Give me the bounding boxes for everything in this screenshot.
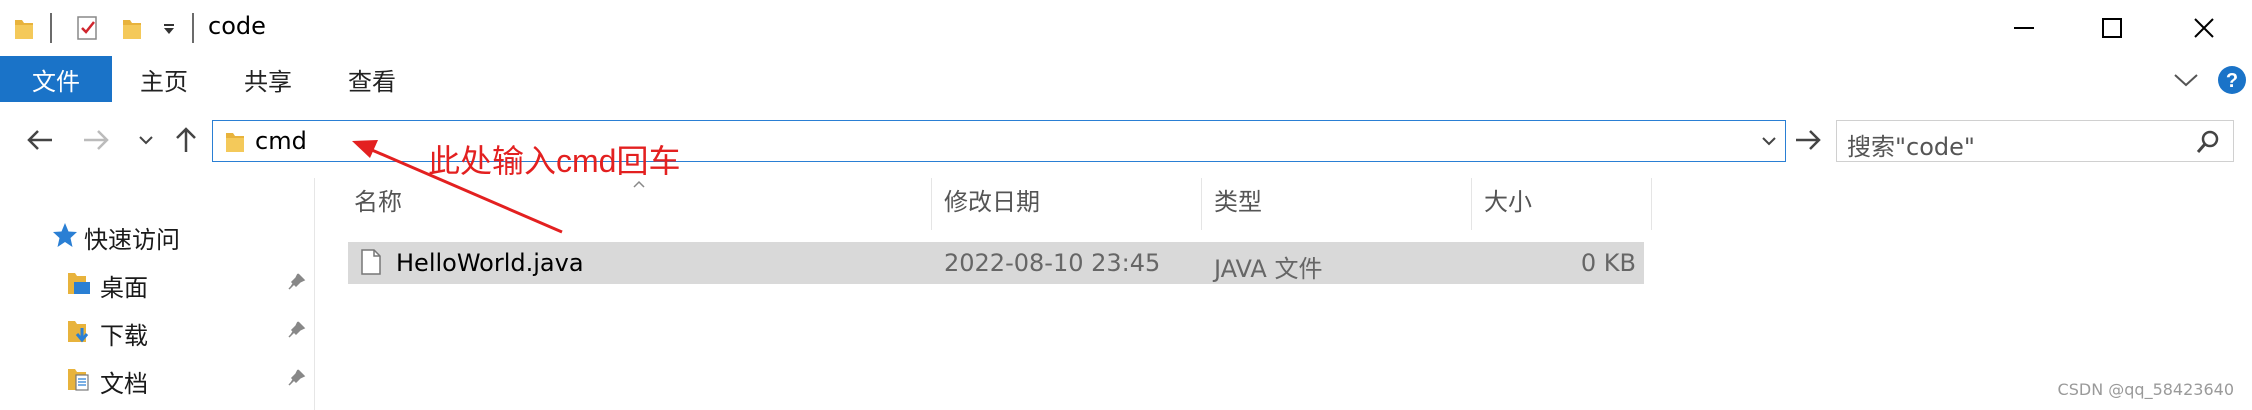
chevron-down-icon — [139, 136, 153, 145]
close-button[interactable] — [2156, 0, 2252, 56]
column-header-type[interactable]: 类型 — [1214, 182, 1262, 226]
column-divider[interactable] — [1201, 178, 1202, 230]
new-folder-icon[interactable] — [122, 16, 142, 40]
tab-view[interactable]: 查看 — [334, 56, 410, 102]
downloads-folder-icon — [68, 321, 89, 343]
window-title: code — [208, 12, 266, 40]
tab-file[interactable]: 文件 — [0, 56, 112, 102]
folder-icon — [226, 133, 244, 152]
search-box[interactable]: 搜索"code" — [1836, 120, 2234, 162]
minimize-button[interactable] — [1976, 0, 2072, 56]
folder-icon[interactable] — [14, 16, 34, 40]
sidebar-item-documents[interactable]: 文档 — [0, 358, 314, 398]
search-icon[interactable] — [2195, 129, 2221, 155]
help-icon[interactable]: ? — [2216, 64, 2248, 96]
sidebar-item-label: 快速访问 — [84, 226, 180, 254]
forward-arrow-icon — [84, 130, 109, 150]
column-divider[interactable] — [931, 178, 932, 230]
pin-icon[interactable] — [286, 368, 306, 388]
maximize-button[interactable] — [2064, 0, 2160, 56]
address-history-dropdown-icon[interactable] — [1761, 135, 1777, 147]
column-header-size[interactable]: 大小 — [1484, 182, 1532, 226]
ribbon-tabs: 文件 主页 共享 查看 ? — [0, 56, 2252, 107]
file-modified: 2022-08-10 23:45 — [944, 249, 1161, 277]
toolbar-separator — [50, 13, 52, 43]
back-button[interactable] — [20, 120, 60, 160]
sidebar-item-label: 文档 — [100, 370, 148, 398]
svg-text:?: ? — [2226, 70, 2238, 92]
pin-icon[interactable] — [286, 320, 306, 340]
search-input[interactable]: 搜索"code" — [1847, 127, 1975, 162]
tab-home[interactable]: 主页 — [126, 56, 202, 102]
navigation-pane: 快速访问 桌面 下载 文档 — [0, 178, 315, 410]
forward-button[interactable] — [76, 120, 116, 160]
expand-ribbon-chevron-icon[interactable] — [2172, 70, 2200, 90]
recent-locations-button[interactable] — [126, 120, 166, 160]
annotation-label: 此处输入cmd回车 — [428, 143, 681, 179]
title-bar: code — [0, 0, 2252, 56]
sidebar-item-label: 桌面 — [100, 274, 148, 302]
address-input[interactable]: cmd — [255, 127, 307, 155]
toolbar-separator — [192, 13, 194, 43]
desktop-folder-icon — [68, 273, 90, 294]
close-icon — [2194, 18, 2214, 38]
properties-checklist-icon[interactable] — [76, 14, 100, 42]
file-icon — [361, 249, 381, 275]
column-divider[interactable] — [1471, 178, 1472, 230]
sidebar-item-label: 下载 — [100, 322, 148, 350]
column-header-date-modified[interactable]: 修改日期 — [944, 182, 1040, 226]
maximize-icon — [2102, 18, 2122, 38]
watermark: CSDN @qq_58423640 — [2057, 380, 2234, 399]
sidebar-item-quick-access[interactable]: 快速访问 — [0, 214, 314, 254]
tab-share[interactable]: 共享 — [230, 56, 306, 102]
minimize-icon — [2014, 27, 2034, 29]
up-arrow-icon — [176, 127, 196, 152]
documents-folder-icon — [68, 369, 89, 391]
back-arrow-icon — [27, 130, 52, 150]
table-row[interactable]: HelloWorld.java 2022-08-10 23:45 JAVA 文件… — [348, 242, 1644, 284]
customize-toolbar-dropdown-icon[interactable] — [162, 22, 176, 36]
go-arrow-icon — [1796, 130, 1821, 150]
go-button[interactable] — [1790, 122, 1826, 158]
file-size: 0 KB — [1580, 249, 1636, 277]
sidebar-item-desktop[interactable]: 桌面 — [0, 262, 314, 302]
pin-icon[interactable] — [286, 272, 306, 292]
file-name: HelloWorld.java — [396, 249, 584, 277]
up-button[interactable] — [166, 120, 206, 160]
sidebar-item-downloads[interactable]: 下载 — [0, 310, 314, 350]
file-type: JAVA 文件 — [1214, 255, 1323, 283]
star-icon — [53, 223, 77, 247]
column-divider[interactable] — [1651, 178, 1652, 230]
